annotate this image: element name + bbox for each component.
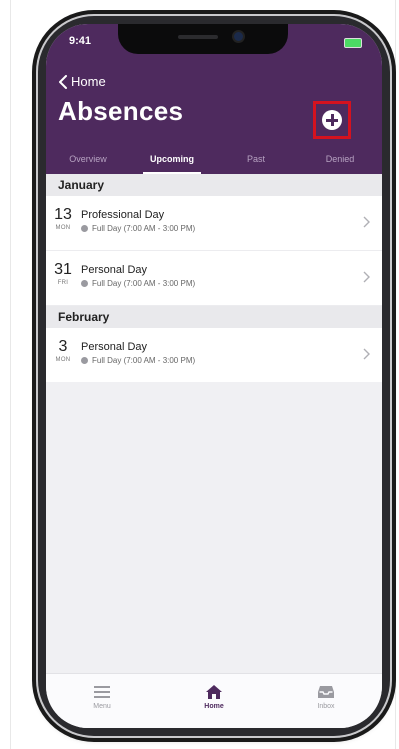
absence-row[interactable]: 13 MON Professional Day Full Day (7:00 A… xyxy=(46,196,382,251)
date-day: 31 xyxy=(54,261,72,278)
absence-row[interactable]: 31 FRI Personal Day Full Day (7:00 AM - … xyxy=(46,251,382,306)
tab-upcoming[interactable]: Upcoming xyxy=(130,150,214,174)
absence-time: Full Day (7:00 AM - 3:00 PM) xyxy=(92,279,196,288)
add-circle-icon xyxy=(322,110,342,130)
inbox-icon xyxy=(318,686,334,698)
chevron-right-icon xyxy=(363,348,370,360)
tab-overview[interactable]: Overview xyxy=(46,150,130,174)
absence-detail: Full Day (7:00 AM - 3:00 PM) xyxy=(81,224,195,233)
status-dot-icon xyxy=(81,357,88,364)
absence-detail: Full Day (7:00 AM - 3:00 PM) xyxy=(81,356,195,365)
phone-frame: 9:41 Home Absences Overview Upcoming Pas… xyxy=(36,14,392,738)
header: 9:41 Home Absences Overview Upcoming Pas… xyxy=(46,24,382,174)
chevron-right-icon xyxy=(363,216,370,228)
page-title: Absences xyxy=(58,96,184,126)
absence-time: Full Day (7:00 AM - 3:00 PM) xyxy=(92,356,196,365)
tabbar-home-label: Home xyxy=(204,703,224,710)
absence-name: Professional Day xyxy=(81,209,165,221)
tab-past[interactable]: Past xyxy=(214,150,298,174)
absence-row[interactable]: 3 MON Personal Day Full Day (7:00 AM - 3… xyxy=(46,328,382,382)
add-absence-button[interactable] xyxy=(313,101,351,139)
date-weekday: FRI xyxy=(57,280,69,286)
tabbar-menu-label: Menu xyxy=(93,703,111,710)
tabbar-inbox-label: Inbox xyxy=(317,703,335,710)
section-header-january: January xyxy=(46,174,382,196)
battery-icon xyxy=(344,38,362,48)
home-icon xyxy=(206,685,222,699)
section-header-february: February xyxy=(46,306,382,328)
absence-list: January 13 MON Professional Day Full Day… xyxy=(46,174,382,382)
absence-name: Personal Day xyxy=(81,264,148,276)
date-weekday: MON xyxy=(55,225,71,231)
back-label: Home xyxy=(71,74,106,89)
bottom-tab-bar: Menu Home Inbox xyxy=(46,673,382,728)
absence-detail: Full Day (7:00 AM - 3:00 PM) xyxy=(81,279,195,288)
status-dot-icon xyxy=(81,225,88,232)
status-time: 9:41 xyxy=(69,35,92,47)
absence-time: Full Day (7:00 AM - 3:00 PM) xyxy=(92,224,196,233)
date-block: 13 MON xyxy=(46,206,80,232)
chevron-right-icon xyxy=(363,271,370,283)
speaker xyxy=(178,35,218,39)
tab-denied[interactable]: Denied xyxy=(298,150,382,174)
tabbar-home[interactable]: Home xyxy=(158,674,270,728)
absence-name: Personal Day xyxy=(81,341,148,353)
tab-bar-top: Overview Upcoming Past Denied xyxy=(46,150,382,174)
notch xyxy=(118,24,288,54)
tabbar-inbox[interactable]: Inbox xyxy=(270,674,382,728)
chevron-left-icon xyxy=(59,74,67,89)
date-weekday: MON xyxy=(55,357,71,363)
back-button[interactable]: Home xyxy=(58,74,106,89)
date-day: 3 xyxy=(58,338,68,355)
app-screen: 9:41 Home Absences Overview Upcoming Pas… xyxy=(46,24,382,728)
status-dot-icon xyxy=(81,280,88,287)
camera xyxy=(234,32,243,41)
date-block: 3 MON xyxy=(46,338,80,364)
menu-icon xyxy=(94,686,110,698)
tabbar-menu[interactable]: Menu xyxy=(46,674,158,728)
date-block: 31 FRI xyxy=(46,261,80,287)
date-day: 13 xyxy=(54,206,72,223)
